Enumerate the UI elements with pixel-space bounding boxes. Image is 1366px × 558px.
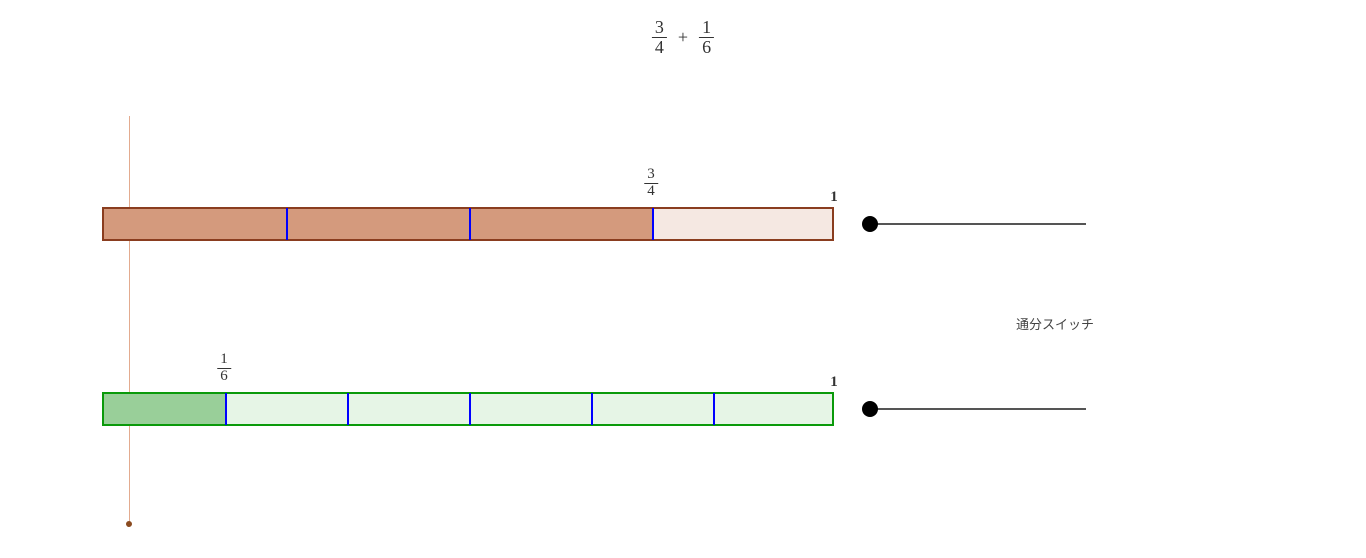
fraction-bar-top-label-num: 3 xyxy=(644,167,658,183)
fraction-bar-top-whole-label: 1 xyxy=(830,189,838,206)
bar-divider xyxy=(286,208,288,240)
slider-top-handle-icon[interactable] xyxy=(862,216,878,232)
bar-filled-segment xyxy=(104,394,226,424)
slider-top[interactable] xyxy=(870,223,1086,225)
fraction-2: 1 6 xyxy=(699,18,714,57)
bar-divider xyxy=(591,393,593,425)
operator-plus: + xyxy=(672,27,694,48)
guide-line[interactable] xyxy=(129,116,130,524)
fraction-2-num: 1 xyxy=(699,18,714,37)
diagram-canvas: 3 4 + 1 6 3 4 1 1 6 1 通分スイッチ xyxy=(0,0,1366,558)
fraction-bar-top-label: 3 4 xyxy=(644,167,658,200)
fraction-bar-top-label-den: 4 xyxy=(644,183,658,200)
fraction-bar-bottom-label-num: 1 xyxy=(217,352,231,368)
expression: 3 4 + 1 6 xyxy=(652,18,714,57)
fraction-1-num: 3 xyxy=(652,18,667,37)
bar-divider xyxy=(347,393,349,425)
fraction-1-den: 4 xyxy=(652,37,667,57)
fraction-bar-bottom xyxy=(102,392,834,426)
common-denominator-switch-label: 通分スイッチ xyxy=(1016,314,1094,333)
bar-divider xyxy=(469,208,471,240)
fraction-bar-bottom-whole-label: 1 xyxy=(830,374,838,391)
bar-divider xyxy=(469,393,471,425)
fraction-2-den: 6 xyxy=(699,37,714,57)
fraction-bar-bottom-label: 1 6 xyxy=(217,352,231,385)
fraction-bar-top xyxy=(102,207,834,241)
fraction-1: 3 4 xyxy=(652,18,667,57)
fraction-bar-bottom-label-den: 6 xyxy=(217,368,231,385)
bar-divider xyxy=(713,393,715,425)
bar-empty-segment xyxy=(653,209,832,239)
guide-dot-icon[interactable] xyxy=(126,521,132,527)
slider-bottom-handle-icon[interactable] xyxy=(862,401,878,417)
bar-empty-segment xyxy=(226,394,832,424)
bar-divider xyxy=(652,208,654,240)
slider-bottom[interactable] xyxy=(870,408,1086,410)
bar-divider xyxy=(225,393,227,425)
bar-filled-segment xyxy=(104,209,653,239)
